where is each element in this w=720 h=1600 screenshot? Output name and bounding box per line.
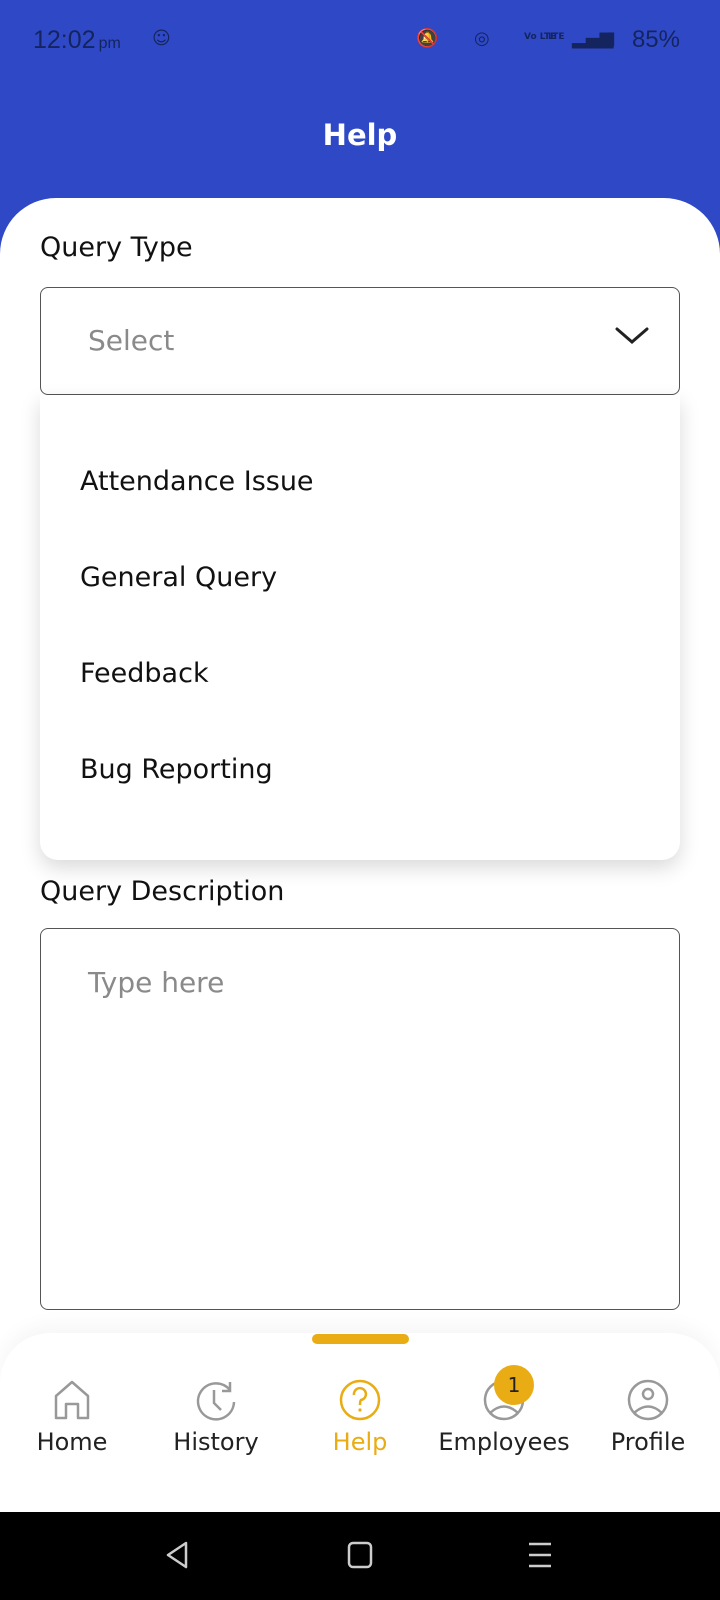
bell-off-icon: 🔕 [416, 28, 439, 49]
battery-icon: ▮ [606, 28, 616, 49]
nav-history-label: History [173, 1428, 259, 1456]
option-bug-reporting[interactable]: Bug Reporting [80, 754, 273, 785]
ampm-text: pm [98, 35, 121, 52]
nav-profile-label: Profile [610, 1428, 686, 1456]
query-description-label: Query Description [40, 876, 285, 907]
option-feedback[interactable]: Feedback [80, 658, 209, 689]
status-bar: 12:02 pm ☺ 🔕 ◎ Vo LTE LTE ▂▄▆ ▮ 85% [0, 0, 720, 84]
query-type-label: Query Type [40, 232, 193, 263]
option-attendance-issue[interactable]: Attendance Issue [80, 466, 314, 497]
nav-history[interactable]: History [144, 1378, 288, 1456]
nav-help-label: Help [332, 1428, 388, 1456]
time-text: 12:02 [33, 26, 96, 54]
status-time: 12:02 pm [33, 26, 121, 55]
nav-home[interactable]: Home [0, 1378, 144, 1456]
nav-home-label: Home [36, 1428, 108, 1456]
query-type-dropdown: Attendance Issue General Query Feedback … [40, 395, 680, 860]
history-icon [196, 1382, 236, 1421]
select-placeholder: Select [88, 324, 175, 357]
system-nav-bar [0, 1512, 720, 1600]
query-description-input[interactable]: Type here [40, 928, 680, 1310]
notification-app-icon: ☺ [152, 28, 171, 49]
help-icon [339, 1379, 381, 1421]
back-icon[interactable] [164, 1540, 190, 1570]
profile-icon [627, 1379, 669, 1421]
nav-help[interactable]: Help [288, 1378, 432, 1456]
chevron-down-icon [615, 327, 649, 344]
description-placeholder: Type here [88, 966, 225, 999]
nav-profile[interactable]: Profile [576, 1378, 720, 1456]
active-tab-indicator [312, 1334, 409, 1344]
home-square-icon[interactable] [347, 1540, 373, 1570]
lte-icon: LTE [548, 32, 565, 42]
page-title: Help [322, 118, 398, 152]
menu-icon[interactable] [527, 1540, 553, 1570]
battery-percent: 85% [631, 26, 680, 53]
hotspot-icon: ◎ [474, 28, 490, 49]
nav-employees-label: Employees [438, 1428, 570, 1456]
query-type-select[interactable]: Select [40, 287, 680, 395]
employees-badge: 1 [494, 1365, 534, 1405]
option-general-query[interactable]: General Query [80, 562, 277, 593]
home-icon [54, 1380, 90, 1420]
